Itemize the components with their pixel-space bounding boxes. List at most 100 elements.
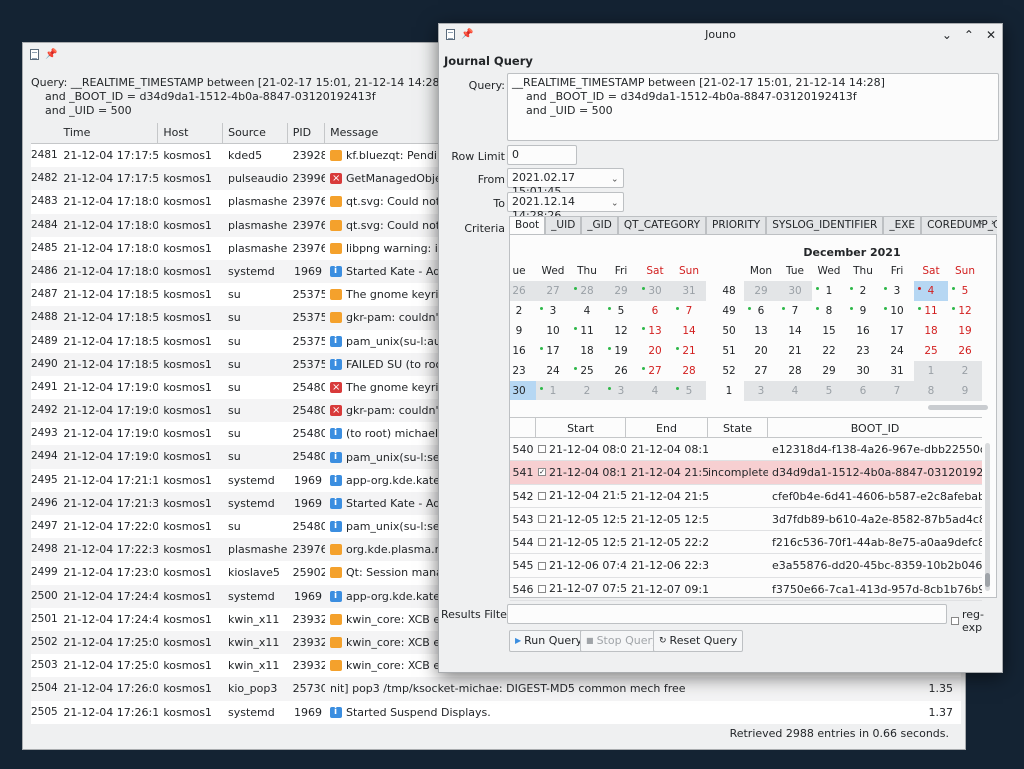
pin-icon[interactable]: 📌 bbox=[461, 29, 473, 40]
calendar-day[interactable]: 2 bbox=[846, 281, 880, 301]
calendar-day[interactable]: 31 bbox=[880, 361, 914, 381]
calendar-day[interactable]: 16 bbox=[846, 321, 880, 341]
calendar-day[interactable]: 23 bbox=[846, 341, 880, 361]
calendar-day[interactable]: 13 bbox=[638, 321, 672, 341]
calendar-day[interactable]: 26 bbox=[604, 361, 638, 381]
tab-uid[interactable]: _UID bbox=[545, 216, 582, 234]
tab-exe[interactable]: _EXE bbox=[883, 216, 922, 234]
calendar-day[interactable]: 24 bbox=[880, 341, 914, 361]
calendar-day[interactable]: 21 bbox=[672, 341, 706, 361]
calendar-day[interactable]: 3 bbox=[744, 381, 778, 401]
calendar-day[interactable]: 28 bbox=[778, 361, 812, 381]
calendar-day[interactable]: 2 bbox=[570, 381, 604, 400]
boot-checkbox[interactable] bbox=[538, 561, 546, 570]
calendar-day[interactable]: 21 bbox=[778, 341, 812, 361]
calendar-day[interactable]: 4 bbox=[638, 381, 672, 400]
boot-table-scrollbar[interactable] bbox=[985, 443, 990, 591]
regexp-checkbox[interactable]: reg-exp bbox=[951, 608, 1002, 634]
reset-query-button[interactable]: ↻ Reset Query bbox=[653, 630, 744, 652]
calendar-day[interactable]: 28 bbox=[570, 281, 604, 301]
close-icon[interactable]: ✕ bbox=[986, 24, 996, 46]
calendar-day[interactable]: 22 bbox=[812, 341, 846, 361]
from-datetime-input[interactable]: 2021.02.17 15:01:45 bbox=[507, 168, 624, 198]
calendar-day[interactable]: 7 bbox=[880, 381, 914, 401]
boot-checkbox[interactable] bbox=[538, 515, 546, 524]
calendar-day[interactable]: 11 bbox=[570, 321, 604, 341]
calendar-day[interactable]: 30 bbox=[778, 281, 812, 301]
calendar-scrollbar[interactable] bbox=[928, 405, 988, 410]
boot-row[interactable]: 545 21-12-06 07:49 21-12-06 22:33 e3a55876-… bbox=[510, 554, 982, 578]
calendar-day[interactable]: 6 bbox=[638, 301, 672, 321]
calendar-day[interactable]: 10 bbox=[536, 321, 570, 341]
boot-row[interactable]: 544 21-12-05 12:58 21-12-05 22:22 f216c536-… bbox=[510, 531, 982, 555]
run-query-button[interactable]: ▶ Run Query bbox=[509, 630, 589, 652]
calendar-day[interactable]: 11 bbox=[914, 301, 948, 321]
table-row[interactable]: 2504 21-12-04 17:26:09 kosmos1 kio_pop3 2573… bbox=[31, 677, 961, 701]
tab-gid[interactable]: _GID bbox=[581, 216, 618, 234]
calendar-day[interactable]: 4 bbox=[570, 301, 604, 321]
boot-checkbox[interactable] bbox=[538, 491, 546, 500]
calendar-day[interactable]: 5 bbox=[604, 301, 638, 321]
tab-coredump-comm[interactable]: COREDUMP_COM bbox=[921, 216, 997, 234]
calendar-day[interactable]: 30 bbox=[846, 361, 880, 381]
calendar-day[interactable]: 8 bbox=[914, 381, 948, 401]
tab-syslog-identifier[interactable]: SYSLOG_IDENTIFIER bbox=[766, 216, 884, 234]
tab-boot[interactable]: Boot bbox=[509, 216, 546, 234]
calendar-day[interactable]: 19 bbox=[604, 341, 638, 361]
tab-priority[interactable]: PRIORITY bbox=[706, 216, 767, 234]
column-header-pid[interactable]: PID bbox=[288, 123, 326, 143]
pin-icon[interactable]: 📌 bbox=[45, 49, 57, 60]
calendar-day[interactable]: 18 bbox=[914, 321, 948, 341]
to-datetime-input[interactable]: 2021.12.14 14:28:26 bbox=[507, 192, 624, 222]
boot-checkbox[interactable] bbox=[538, 445, 546, 454]
calendar-day[interactable]: 29 bbox=[812, 361, 846, 381]
tab-scroll-right-icon[interactable]: › bbox=[991, 218, 995, 228]
boot-row[interactable]: 540 21-12-04 08:09 21-12-04 08:10 e12318d4-… bbox=[510, 438, 982, 462]
boot-row[interactable]: 543 21-12-05 12:58 21-12-05 12:58 3d7fdb89-… bbox=[510, 508, 982, 532]
column-header-start[interactable]: Start bbox=[536, 418, 626, 437]
calendar-november[interactable]: ue Wed Thu Fri Sat Sun 26 27 28 29 30 31 2 3 4 5 6 7 9 10 11… bbox=[510, 235, 706, 400]
calendar-day[interactable]: 23 bbox=[510, 361, 536, 381]
boot-row[interactable]: 541 ✓ 21-12-04 08:10 21-12-04 21:56 incomple… bbox=[510, 461, 982, 485]
calendar-day[interactable]: 13 bbox=[744, 321, 778, 341]
calendar-day[interactable]: 4 bbox=[914, 281, 948, 301]
calendar-day[interactable]: 24 bbox=[536, 361, 570, 381]
calendar-day[interactable]: 1 bbox=[536, 381, 570, 400]
calendar-day[interactable]: 3 bbox=[536, 301, 570, 321]
calendar-day[interactable]: 26 bbox=[510, 281, 536, 301]
calendar-day[interactable]: 9 bbox=[948, 381, 982, 401]
calendar-day[interactable]: 5 bbox=[672, 381, 706, 400]
calendar-day[interactable]: 1 bbox=[914, 361, 948, 381]
calendar-day[interactable]: 27 bbox=[744, 361, 778, 381]
calendar-day[interactable]: 14 bbox=[778, 321, 812, 341]
boot-row[interactable]: 542 21-12-04 21:58 21-12-04 21:59 cfef0b4e-… bbox=[510, 485, 982, 508]
calendar-day[interactable]: 18 bbox=[570, 341, 604, 361]
calendar-day[interactable]: 5 bbox=[812, 381, 846, 401]
calendar-day[interactable]: 6 bbox=[846, 381, 880, 401]
calendar-day[interactable]: 20 bbox=[638, 341, 672, 361]
calendar-day[interactable]: 17 bbox=[880, 321, 914, 341]
calendar-day[interactable]: 30 bbox=[638, 281, 672, 301]
query-textarea[interactable]: __REALTIME_TIMESTAMP between [21-02-17 1… bbox=[507, 73, 999, 141]
calendar-day[interactable]: 27 bbox=[536, 281, 570, 301]
boot-checkbox[interactable] bbox=[538, 538, 546, 547]
results-filter-input[interactable] bbox=[507, 604, 947, 624]
calendar-day[interactable]: 30 bbox=[510, 381, 536, 400]
calendar-day[interactable]: 3 bbox=[880, 281, 914, 301]
calendar-day[interactable]: 28 bbox=[672, 361, 706, 381]
calendar-day[interactable]: 29 bbox=[744, 281, 778, 301]
calendar-day[interactable]: 29 bbox=[604, 281, 638, 301]
boot-checkbox[interactable] bbox=[538, 584, 546, 593]
calendar-day[interactable]: 5 bbox=[948, 281, 982, 301]
calendar-day[interactable]: 12 bbox=[948, 301, 982, 321]
boot-row[interactable]: 546 21-12-07 07:53 21-12-07 09:10 f3750e66-… bbox=[510, 578, 982, 602]
tab-scroll-left-icon[interactable]: ‹ bbox=[979, 218, 983, 228]
column-header-state[interactable]: State bbox=[708, 418, 768, 437]
minimize-icon[interactable]: ⌄ bbox=[942, 24, 952, 46]
calendar-day[interactable]: 25 bbox=[570, 361, 604, 381]
maximize-icon[interactable]: ⌃ bbox=[964, 24, 974, 46]
calendar-day[interactable]: 9 bbox=[510, 321, 536, 341]
calendar-day[interactable]: 4 bbox=[778, 381, 812, 401]
row-limit-input[interactable]: 0 bbox=[507, 145, 577, 165]
calendar-day[interactable]: 3 bbox=[604, 381, 638, 400]
